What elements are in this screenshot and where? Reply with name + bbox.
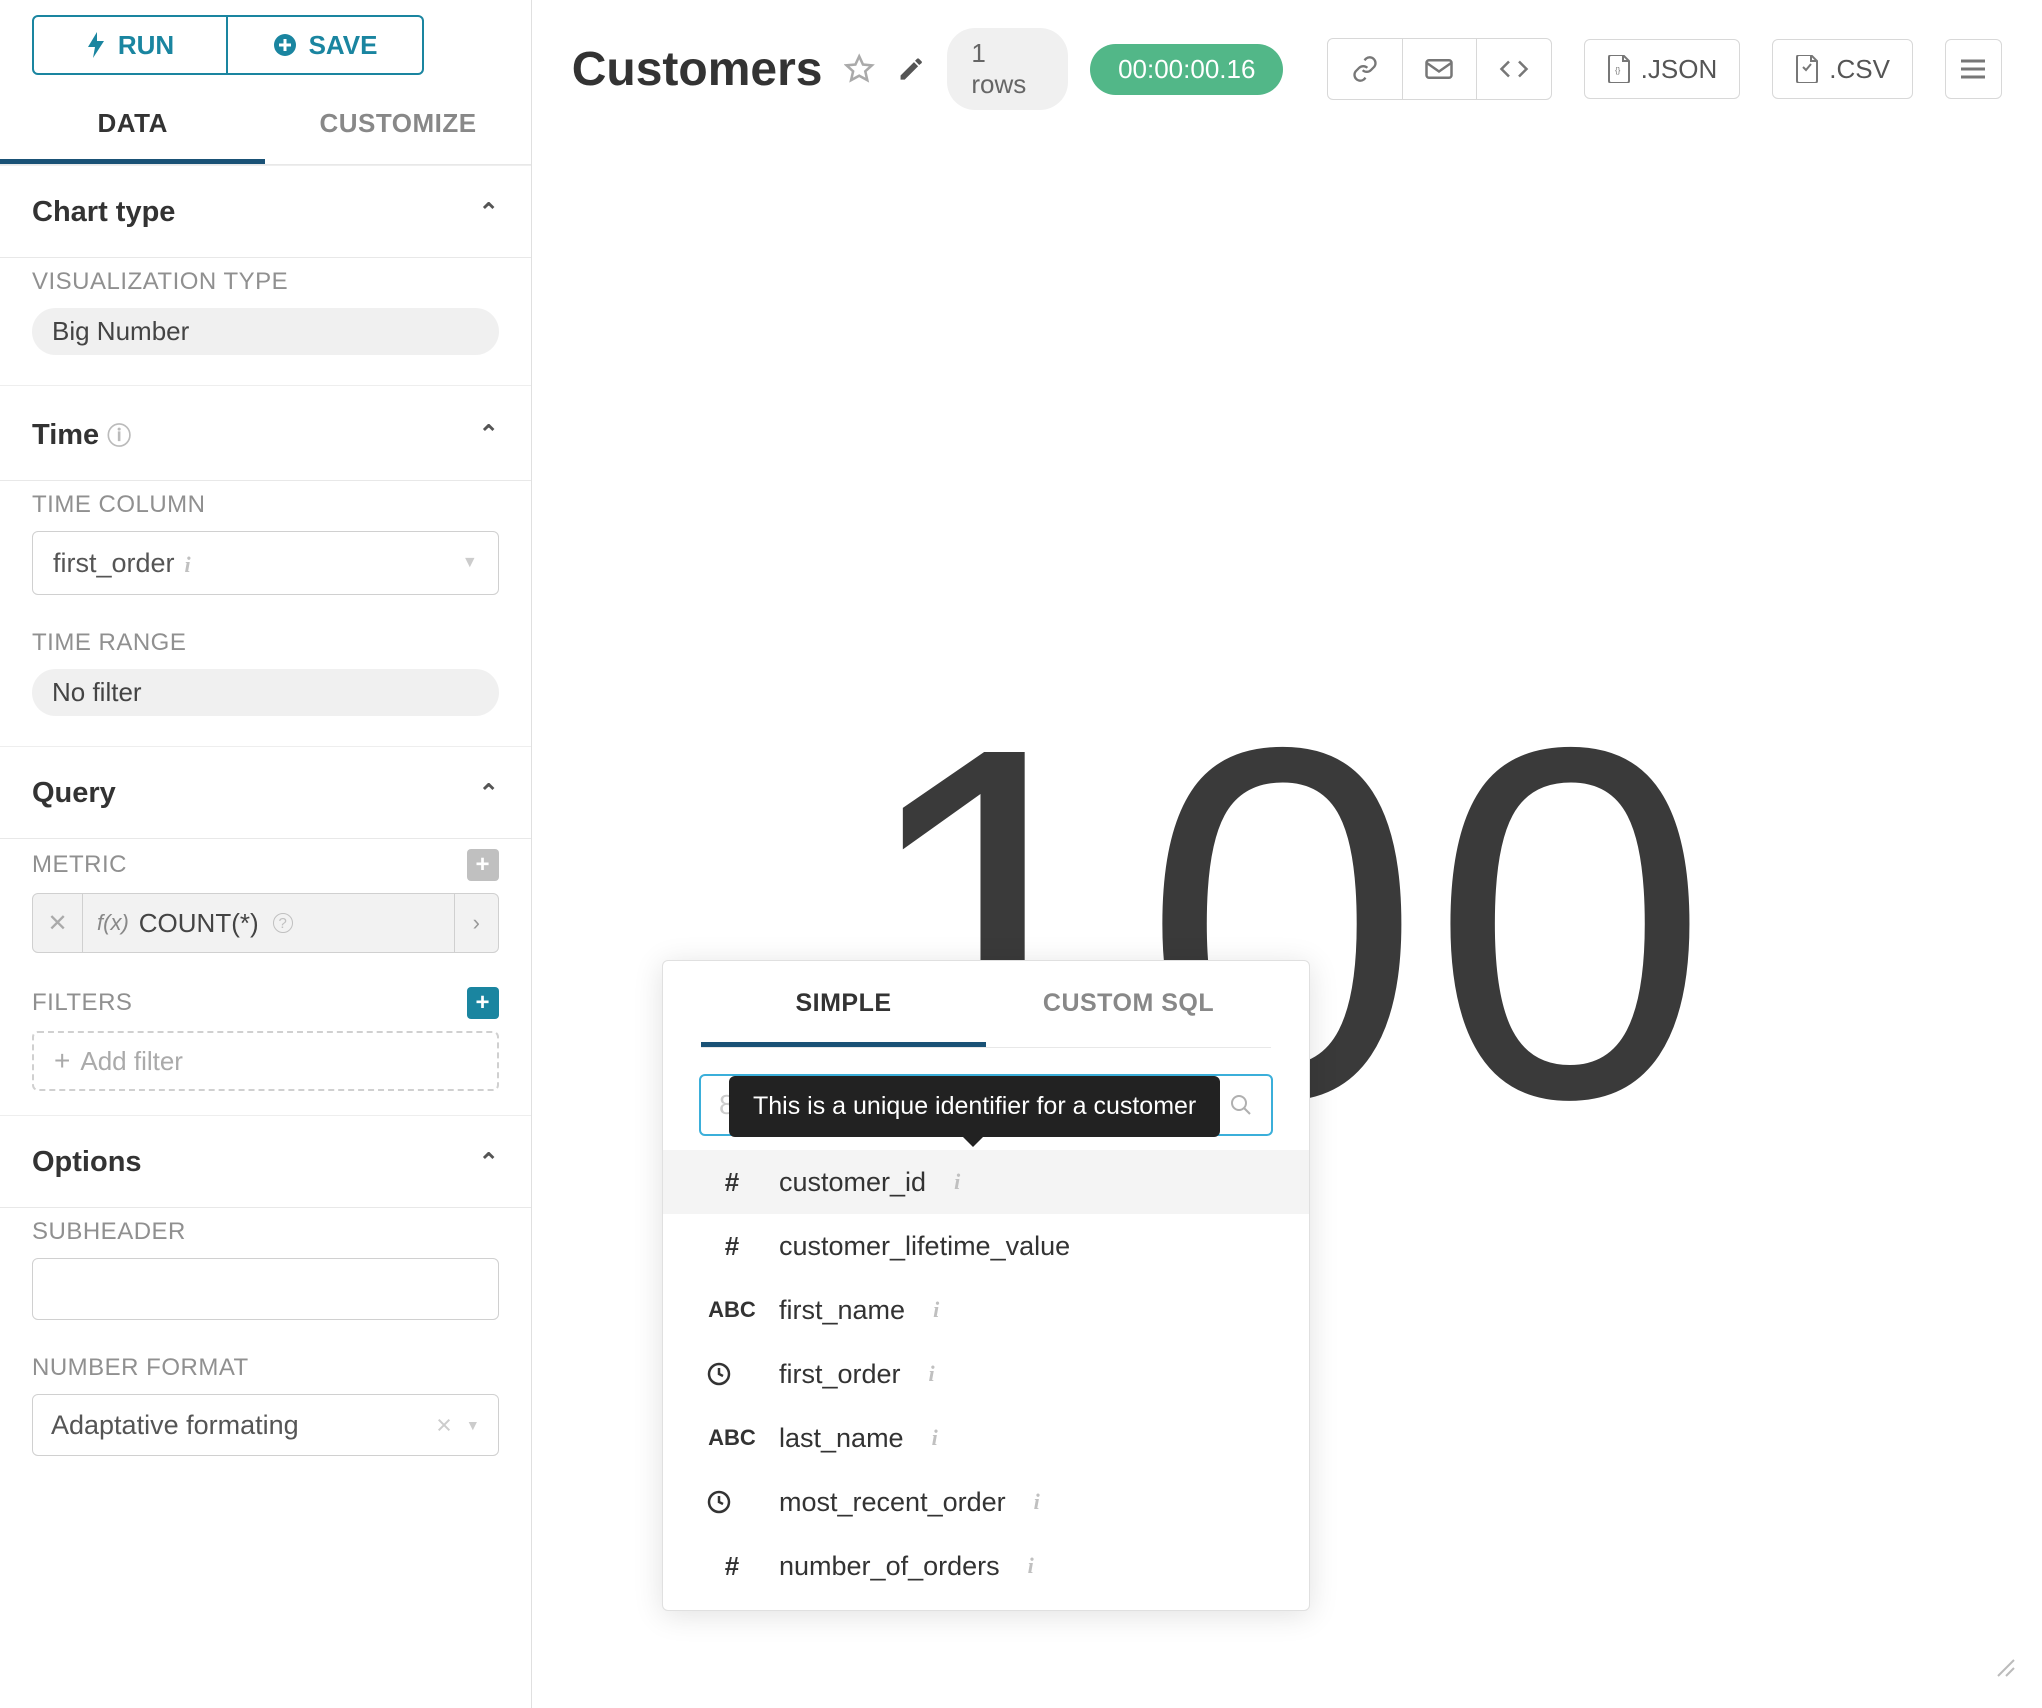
export-csv-button[interactable]: .CSV [1772, 39, 1913, 99]
viz-type-pill[interactable]: Big Number [32, 308, 499, 355]
number-format-select[interactable]: Adaptative formating × ▼ [32, 1394, 499, 1456]
add-metric-button[interactable]: + [467, 849, 499, 881]
info-icon: i [929, 1361, 935, 1387]
query-label: Query [32, 777, 116, 810]
info-icon: i [932, 1425, 938, 1451]
chevron-up-icon: ⌃ [479, 1148, 499, 1177]
caret-down-icon: ▼ [462, 554, 478, 572]
column-name: number_of_orders [779, 1551, 1000, 1582]
plus-icon: + [54, 1045, 70, 1077]
metric-label: METRIC [32, 851, 127, 879]
info-icon: i [185, 552, 191, 577]
time-badge: 00:00:00.16 [1090, 44, 1283, 95]
bolt-icon [86, 32, 106, 58]
function-icon: f(x) [97, 910, 129, 936]
info-icon: ⓘ [107, 423, 131, 450]
file-icon: {} [1607, 55, 1631, 83]
popup-tab-simple[interactable]: SIMPLE [701, 961, 986, 1047]
remove-metric-button[interactable]: ✕ [33, 894, 83, 952]
help-icon: ? [273, 913, 293, 933]
save-button[interactable]: SAVE [228, 15, 424, 75]
number-type-icon: # [707, 1167, 757, 1198]
column-name: last_name [779, 1423, 904, 1454]
run-button[interactable]: RUN [32, 15, 228, 75]
column-name: customer_id [779, 1167, 926, 1198]
filters-label: FILTERS [32, 989, 132, 1017]
embed-button[interactable] [1477, 39, 1551, 99]
tab-customize[interactable]: CUSTOMIZE [265, 90, 530, 164]
email-button[interactable] [1403, 39, 1477, 99]
mail-icon [1424, 54, 1454, 84]
column-tooltip: This is a unique identifier for a custom… [729, 1076, 1220, 1137]
star-icon[interactable] [844, 53, 874, 85]
rows-badge: 1 rows [947, 28, 1068, 110]
section-time[interactable]: Time ⓘ ⌃ [0, 385, 531, 480]
info-icon: i [1028, 1553, 1034, 1579]
number-type-icon: # [707, 1551, 757, 1582]
chart-type-label: Chart type [32, 196, 175, 229]
code-icon [1499, 54, 1529, 84]
column-option-customer_lifetime_value[interactable]: # customer_lifetime_value [663, 1214, 1309, 1278]
number-format-label: NUMBER FORMAT [0, 1354, 531, 1382]
column-name: first_order [779, 1359, 901, 1390]
section-options[interactable]: Options ⌃ [0, 1115, 531, 1207]
export-json-button[interactable]: {} .JSON [1584, 39, 1741, 99]
time-column-select[interactable]: first_orderi ▼ [32, 531, 499, 595]
time-range-label: TIME RANGE [0, 629, 531, 657]
clock-icon [707, 1490, 757, 1514]
column-name: most_recent_order [779, 1487, 1006, 1518]
chevron-up-icon: ⌃ [479, 779, 499, 808]
column-search-input[interactable]: 8 This is a unique identifier for a cust… [699, 1074, 1273, 1136]
more-menu-button[interactable] [1945, 39, 2002, 99]
column-name: first_name [779, 1295, 905, 1326]
caret-down-icon: ▼ [466, 1417, 480, 1433]
time-column-label: TIME COLUMN [0, 491, 531, 519]
options-label: Options [32, 1146, 142, 1179]
metric-box[interactable]: ✕ f(x) COUNT(*) ? › [32, 893, 499, 953]
info-icon: i [933, 1297, 939, 1323]
popup-tab-sql[interactable]: CUSTOM SQL [986, 961, 1271, 1047]
text-type-icon: ABC [707, 1297, 757, 1323]
time-range-pill[interactable]: No filter [32, 669, 499, 716]
add-filter-box[interactable]: + Add filter [32, 1031, 499, 1091]
svg-text:{}: {} [1615, 66, 1621, 75]
subheader-label: SUBHEADER [0, 1218, 531, 1246]
column-option-most_recent_order[interactable]: most_recent_order i [663, 1470, 1309, 1534]
info-icon: i [1034, 1489, 1040, 1515]
column-option-last_name[interactable]: ABC last_name i [663, 1406, 1309, 1470]
column-suggestions: #customer_idi#customer_lifetime_valueABC… [663, 1150, 1309, 1610]
metric-column-popup: SIMPLE CUSTOM SQL 8 This is a unique ide… [662, 960, 1310, 1611]
column-option-first_order[interactable]: first_order i [663, 1342, 1309, 1406]
clock-icon [707, 1362, 757, 1386]
tab-data[interactable]: DATA [0, 90, 265, 164]
edit-icon[interactable] [897, 54, 925, 84]
subheader-input[interactable] [32, 1258, 499, 1320]
text-type-icon: ABC [707, 1425, 757, 1451]
link-button[interactable] [1328, 39, 1402, 99]
search-icon [1229, 1093, 1253, 1117]
chevron-up-icon: ⌃ [479, 198, 499, 227]
link-icon [1351, 55, 1379, 83]
add-filter-button[interactable]: + [467, 987, 499, 1019]
column-name: customer_lifetime_value [779, 1231, 1070, 1262]
section-query[interactable]: Query ⌃ [0, 746, 531, 838]
file-icon [1795, 55, 1819, 83]
chevron-up-icon: ⌃ [479, 420, 499, 449]
header: Customers 1 rows 00:00:00.16 {} .JSON .C… [532, 0, 2042, 138]
page-title: Customers [572, 42, 823, 97]
section-chart-type[interactable]: Chart type ⌃ [0, 165, 531, 257]
clear-icon[interactable]: × [436, 1410, 452, 1441]
number-type-icon: # [707, 1231, 757, 1262]
info-icon: i [954, 1169, 960, 1195]
metric-value: COUNT(*) [139, 908, 259, 939]
column-option-customer_id[interactable]: # customer_id i [663, 1150, 1309, 1214]
hamburger-icon [1961, 59, 1985, 79]
viz-type-label: VISUALIZATION TYPE [0, 268, 531, 296]
metric-expand-button[interactable]: › [454, 894, 498, 952]
column-option-number_of_orders[interactable]: # number_of_orders i [663, 1534, 1309, 1598]
time-label: Time [32, 419, 99, 451]
column-option-first_name[interactable]: ABC first_name i [663, 1278, 1309, 1342]
plus-circle-icon [273, 33, 297, 57]
resize-handle-icon[interactable] [1994, 1656, 2018, 1680]
